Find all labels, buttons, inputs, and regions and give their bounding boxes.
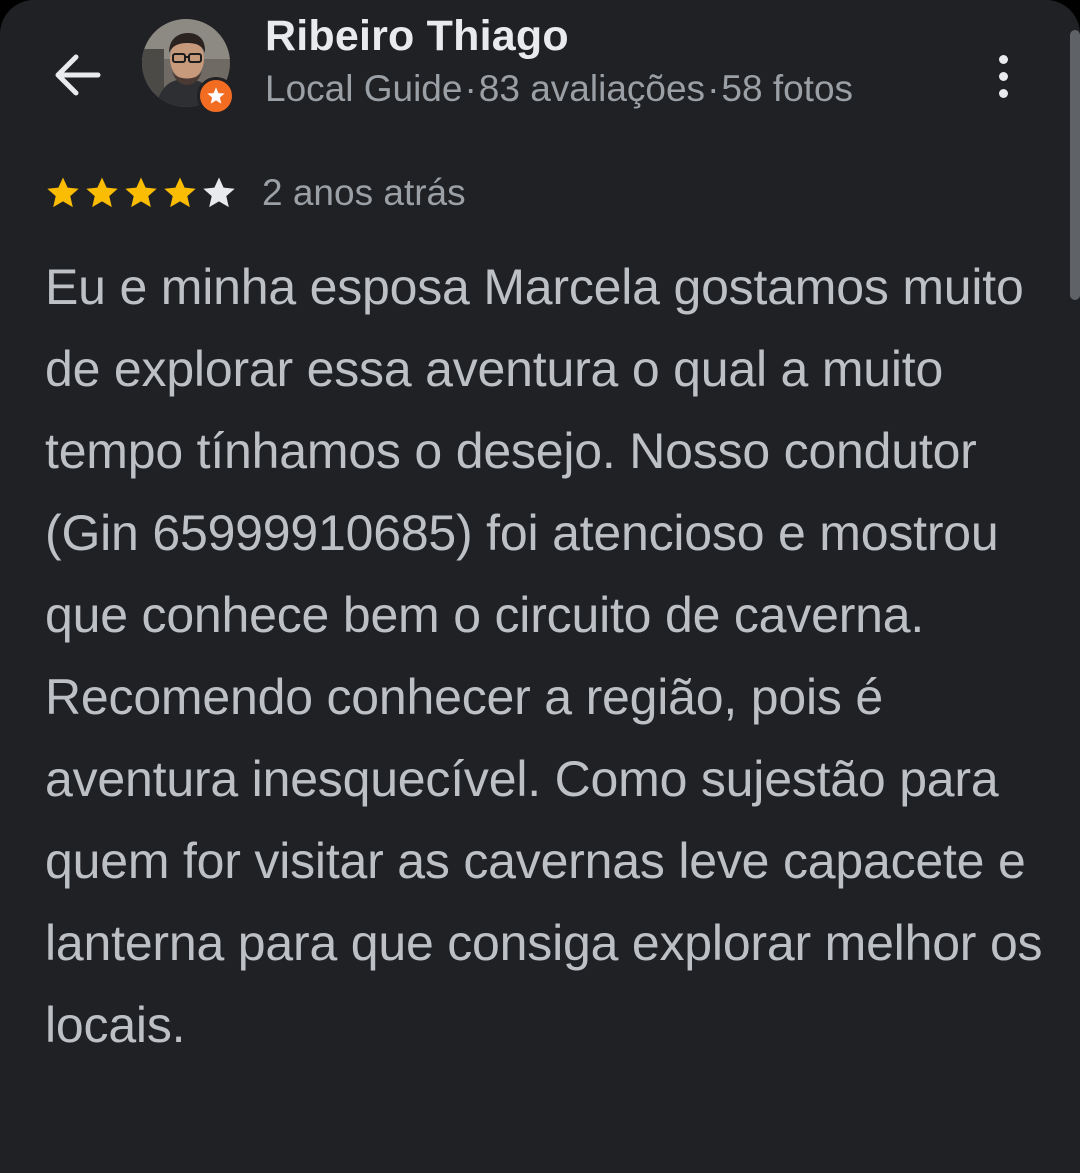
local-guide-badge	[197, 77, 235, 115]
star-filled-icon	[164, 177, 196, 208]
star-filled-icon	[47, 177, 79, 208]
author-review-count: 83 avaliações	[478, 68, 706, 109]
scrollbar[interactable]	[1070, 30, 1080, 300]
author-avatar-container[interactable]	[142, 19, 235, 115]
more-options-button[interactable]	[980, 46, 1026, 106]
star-filled-icon	[125, 177, 157, 208]
review-text: Eu e minha esposa Marcela gostamos muito…	[45, 259, 1043, 1053]
rating-row: 2 anos atrás	[44, 170, 466, 216]
star-empty-icon	[203, 177, 235, 208]
review-date: 2 anos atrás	[262, 172, 466, 213]
more-vertical-icon-dot	[998, 54, 1008, 64]
author-level: Local Guide	[265, 68, 463, 109]
meta-separator: ·	[464, 68, 477, 109]
meta-separator: ·	[707, 68, 720, 109]
arrow-back-icon	[55, 54, 101, 96]
author-name[interactable]: Ribeiro Thiago	[265, 12, 569, 61]
star-rating	[44, 174, 238, 212]
back-button[interactable]	[44, 44, 110, 106]
star-badge-icon	[207, 87, 225, 104]
author-meta: Local Guide·83 avaliações·58 fotos	[265, 68, 853, 110]
review-sheet: Ribeiro Thiago Local Guide·83 avaliações…	[0, 0, 1080, 1173]
more-vertical-icon-dot	[998, 88, 1008, 98]
more-vertical-icon-dot	[998, 71, 1008, 81]
star-filled-icon	[86, 177, 118, 208]
author-photo-count: 58 fotos	[721, 68, 854, 109]
